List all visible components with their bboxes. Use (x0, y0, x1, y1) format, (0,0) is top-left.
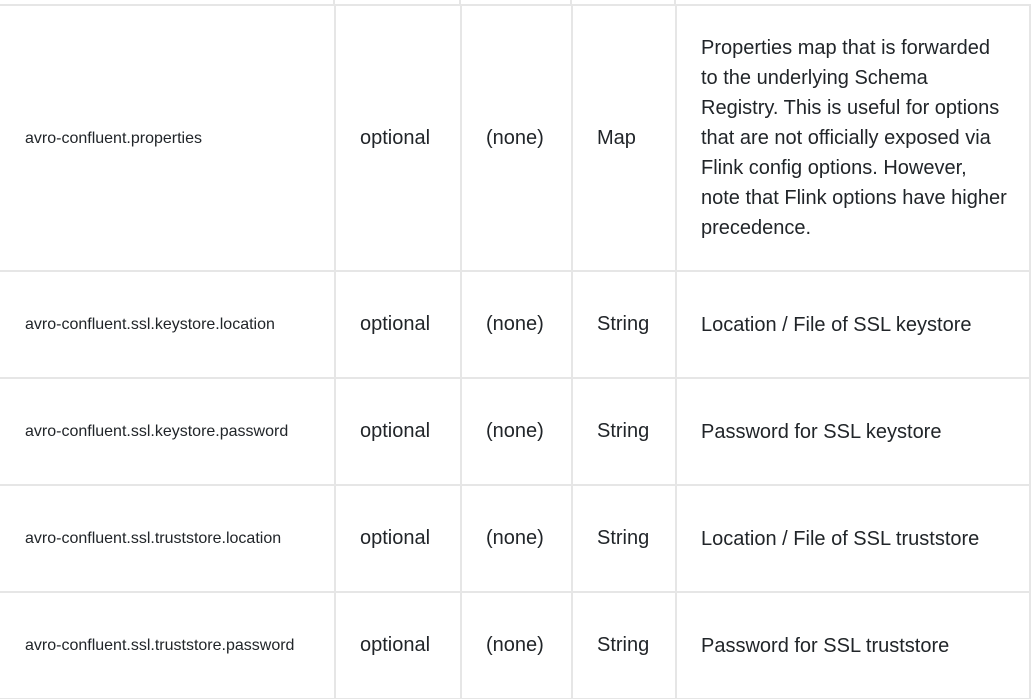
option-key: avro-confluent.ssl.truststore.location (25, 530, 282, 547)
default-cell: (none) (460, 270, 573, 379)
option-required: optional (360, 420, 431, 442)
default-cell: (none) (460, 4, 573, 272)
option-key-cell: avro-confluent.properties (0, 4, 336, 272)
table-row: avro-confluent.ssl.truststore.password o… (0, 591, 1031, 699)
table-row: avro-confluent.ssl.keystore.location opt… (0, 270, 1031, 379)
description-cell: Location / File of SSL truststore (675, 484, 1031, 593)
option-key: avro-confluent.properties (25, 129, 202, 147)
type-cell: String (571, 270, 677, 379)
option-required: optional (360, 313, 431, 335)
option-default: (none) (486, 634, 544, 656)
description-cell: Properties map that is forwarded to the … (675, 4, 1031, 272)
table-row: avro-confluent.ssl.keystore.password opt… (0, 377, 1031, 486)
option-description: Location / File of SSL keystore (701, 313, 972, 336)
option-description: Location / File of SSL truststore (701, 527, 980, 550)
required-cell: optional (334, 591, 462, 699)
option-type: String (597, 527, 650, 549)
option-key-cell: avro-confluent.ssl.keystore.location (0, 270, 336, 379)
option-key-cell: avro-confluent.ssl.truststore.password (0, 591, 336, 699)
required-cell: optional (334, 270, 462, 379)
option-key: avro-confluent.ssl.truststore.password (25, 637, 295, 654)
option-default: (none) (486, 527, 544, 549)
default-cell: (none) (460, 591, 573, 699)
option-default: (none) (486, 126, 544, 149)
option-description: Password for SSL keystore (701, 420, 942, 443)
type-cell: String (571, 377, 677, 486)
table-row: avro-confluent.properties optional (none… (0, 4, 1031, 272)
type-cell: String (571, 484, 677, 593)
description-cell: Password for SSL truststore (675, 591, 1031, 699)
option-key: avro-confluent.ssl.keystore.location (25, 316, 275, 333)
option-key-cell: avro-confluent.ssl.keystore.password (0, 377, 336, 486)
option-type: String (597, 634, 650, 656)
option-key: avro-confluent.ssl.keystore.password (25, 423, 289, 440)
type-cell: Map (571, 4, 677, 272)
option-type: String (597, 313, 650, 335)
options-table-region: avro-confluent.properties optional (none… (0, 0, 1032, 699)
option-key-cell: avro-confluent.ssl.truststore.location (0, 484, 336, 593)
options-table: avro-confluent.properties optional (none… (0, 4, 1031, 699)
option-default: (none) (486, 420, 544, 442)
description-cell: Password for SSL keystore (675, 377, 1031, 486)
option-required: optional (360, 634, 431, 656)
option-type: Map (597, 126, 636, 149)
option-required: optional (360, 527, 431, 549)
option-default: (none) (486, 313, 544, 335)
default-cell: (none) (460, 484, 573, 593)
option-type: String (597, 420, 650, 442)
table-row: avro-confluent.ssl.truststore.location o… (0, 484, 1031, 593)
option-required: optional (360, 126, 431, 149)
description-cell: Location / File of SSL keystore (675, 270, 1031, 379)
required-cell: optional (334, 484, 462, 593)
default-cell: (none) (460, 377, 573, 486)
type-cell: String (571, 591, 677, 699)
required-cell: optional (334, 4, 462, 272)
required-cell: optional (334, 377, 462, 486)
option-description: Properties map that is forwarded to the … (701, 37, 1007, 239)
option-description: Password for SSL truststore (701, 634, 950, 657)
